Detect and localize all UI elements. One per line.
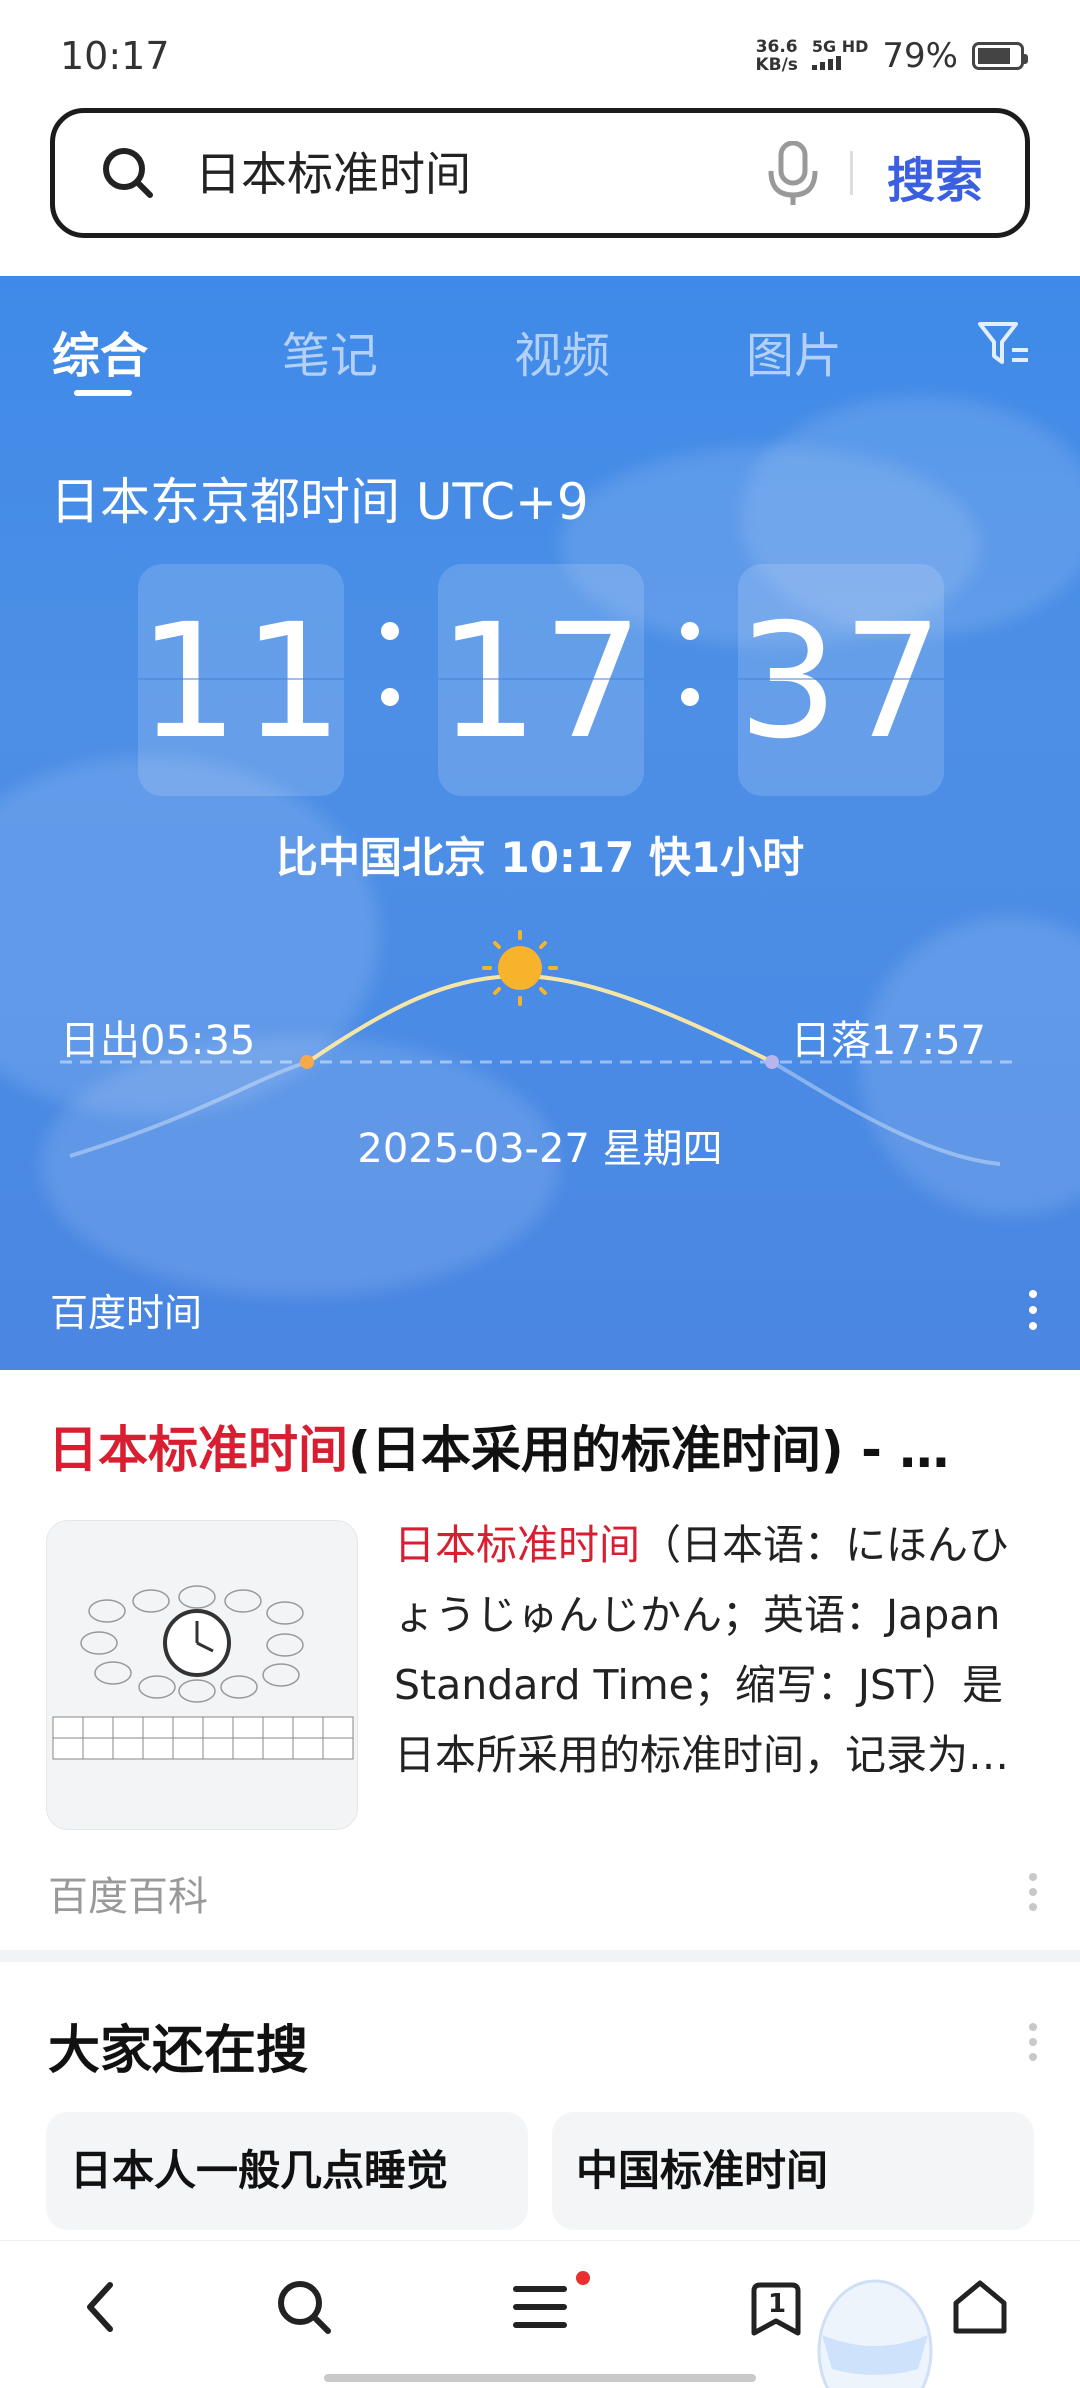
more-options-icon[interactable] (1028, 1288, 1038, 1332)
search-result-card[interactable]: 日本标准时间(日本采用的标准时间) - … 日本标准时间（日本语：にほんひょうじ… (0, 1370, 1080, 1950)
search-bar[interactable]: 搜索 (50, 108, 1030, 238)
clock-seconds-value: 37 (738, 590, 948, 774)
section-divider (0, 1950, 1080, 1962)
battery-icon (972, 42, 1028, 70)
related-search-chip[interactable]: 中国标准时间 (552, 2112, 1034, 2230)
card-source[interactable]: 百度时间 (50, 1282, 202, 1337)
related-searches: 大家还在搜 日本人一般几点睡觉 中国标准时间 (0, 1962, 1080, 2240)
status-bar: 10:17 36.6 KB/s 5G HD 79% (0, 0, 1080, 100)
tabs-count: 1 (768, 2289, 787, 2319)
search-input[interactable] (195, 141, 755, 201)
result-title[interactable]: 日本标准时间(日本采用的标准时间) - … (48, 1410, 949, 1482)
signal-icon: 5G HD (811, 37, 869, 74)
more-options-icon[interactable] (1028, 2022, 1038, 2062)
more-options-icon[interactable] (1028, 1872, 1038, 1912)
clock-minutes-value: 17 (438, 590, 648, 774)
result-title-highlight: 日本标准时间 (48, 1421, 348, 1479)
result-title-text: (日本采用的标准时间) - … (348, 1421, 950, 1479)
microphone-icon[interactable] (765, 141, 821, 207)
tabs-button[interactable]: 1 (744, 2277, 808, 2341)
search-divider (850, 151, 853, 195)
clock-illustration (52, 1585, 354, 1760)
network-speed: 36.6 KB/s (755, 38, 797, 74)
timezone-title: 日本东京都时间 UTC+9 (50, 473, 589, 531)
date-weekday: 2025-03-27 星期四 (357, 1126, 723, 1172)
clock-colon (678, 622, 699, 722)
bottom-navigation: 1 (0, 2240, 1080, 2388)
clock-seconds: 37 (738, 564, 944, 796)
tab-notes[interactable]: 笔记 (282, 316, 378, 386)
home-indicator[interactable] (324, 2374, 756, 2382)
related-searches-title: 大家还在搜 (48, 2021, 309, 2081)
filter-icon[interactable] (976, 320, 1032, 370)
clock-minutes: 17 (438, 564, 644, 796)
back-icon[interactable] (78, 2277, 122, 2337)
result-thumbnail[interactable] (46, 1520, 358, 1830)
clock-hours-value: 11 (138, 590, 348, 774)
clock-hours: 11 (138, 564, 344, 796)
tab-videos[interactable]: 视频 (514, 316, 610, 386)
search-button[interactable]: 搜索 (887, 141, 983, 211)
search-icon (103, 148, 153, 198)
notification-dot (576, 2271, 590, 2285)
status-indicators: 36.6 KB/s 5G HD 79% (755, 36, 1028, 76)
snippet-highlight: 日本标准时间 (394, 1521, 640, 1569)
network-speed-unit: KB/s (755, 55, 798, 75)
clock-colon (378, 622, 399, 722)
sunset-time: 日落17:57 (790, 1018, 986, 1064)
status-time: 10:17 (60, 34, 170, 78)
mascot-icon[interactable] (800, 2261, 950, 2388)
result-source[interactable]: 百度百科 (48, 1864, 208, 1922)
sunrise-time: 日出05:35 (60, 1018, 256, 1064)
network-speed-value: 36.6 (755, 37, 798, 57)
search-icon[interactable] (274, 2277, 334, 2337)
home-icon[interactable] (950, 2277, 1010, 2337)
active-tab-indicator (74, 390, 132, 396)
result-tabs: 综合 笔记 视频 图片 (0, 316, 1080, 396)
battery-percent: 79% (882, 36, 958, 76)
related-search-chip[interactable]: 日本人一般几点睡觉 (46, 2112, 528, 2230)
menu-icon[interactable] (510, 2277, 570, 2337)
tab-all[interactable]: 综合 (52, 316, 148, 386)
time-difference-text: 比中国北京 10:17 快1小时 (275, 833, 805, 882)
network-type: 5G HD (811, 37, 869, 56)
battery-fill (978, 48, 1010, 64)
sun-icon (482, 930, 558, 1006)
tab-images[interactable]: 图片 (746, 316, 842, 386)
result-snippet: 日本标准时间（日本语：にほんひょうじゅんじかん；英语：Japan Standar… (394, 1510, 1044, 1790)
time-card: 综合 笔记 视频 图片 日本东京都时间 UTC+9 11 17 37 比中国北京… (0, 276, 1080, 1370)
